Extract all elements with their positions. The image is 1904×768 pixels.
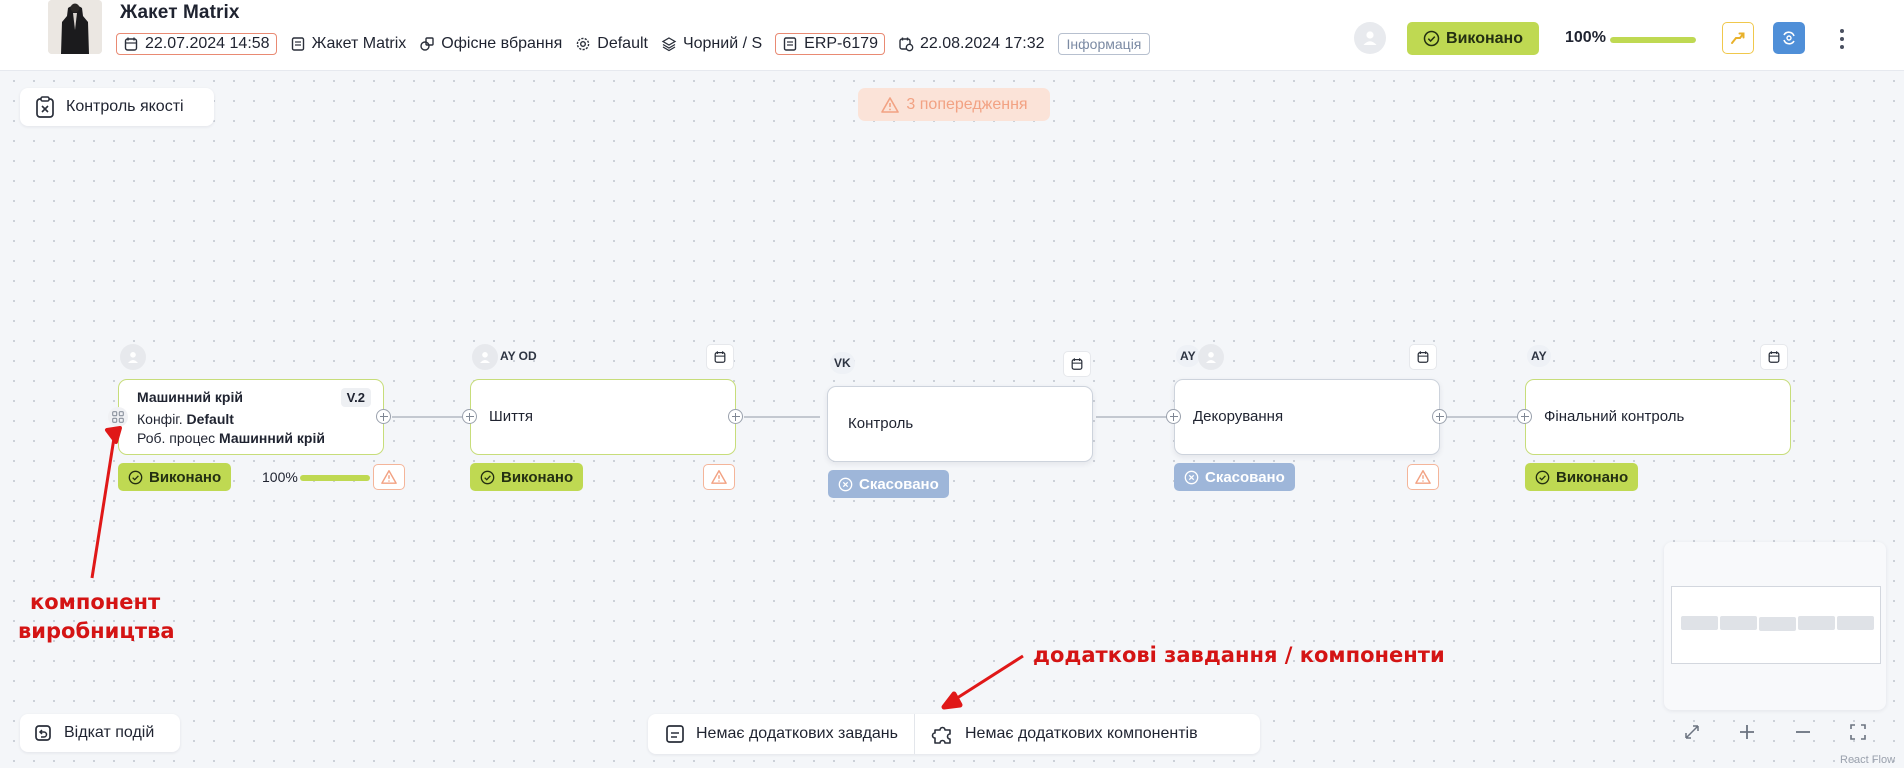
annotation-component: компонент	[30, 590, 161, 614]
annotation-arrows	[90, 426, 1024, 710]
annotation-extras: додаткові завдання / компоненти	[1033, 643, 1445, 667]
annotation-component-line2: виробництва	[18, 619, 175, 643]
